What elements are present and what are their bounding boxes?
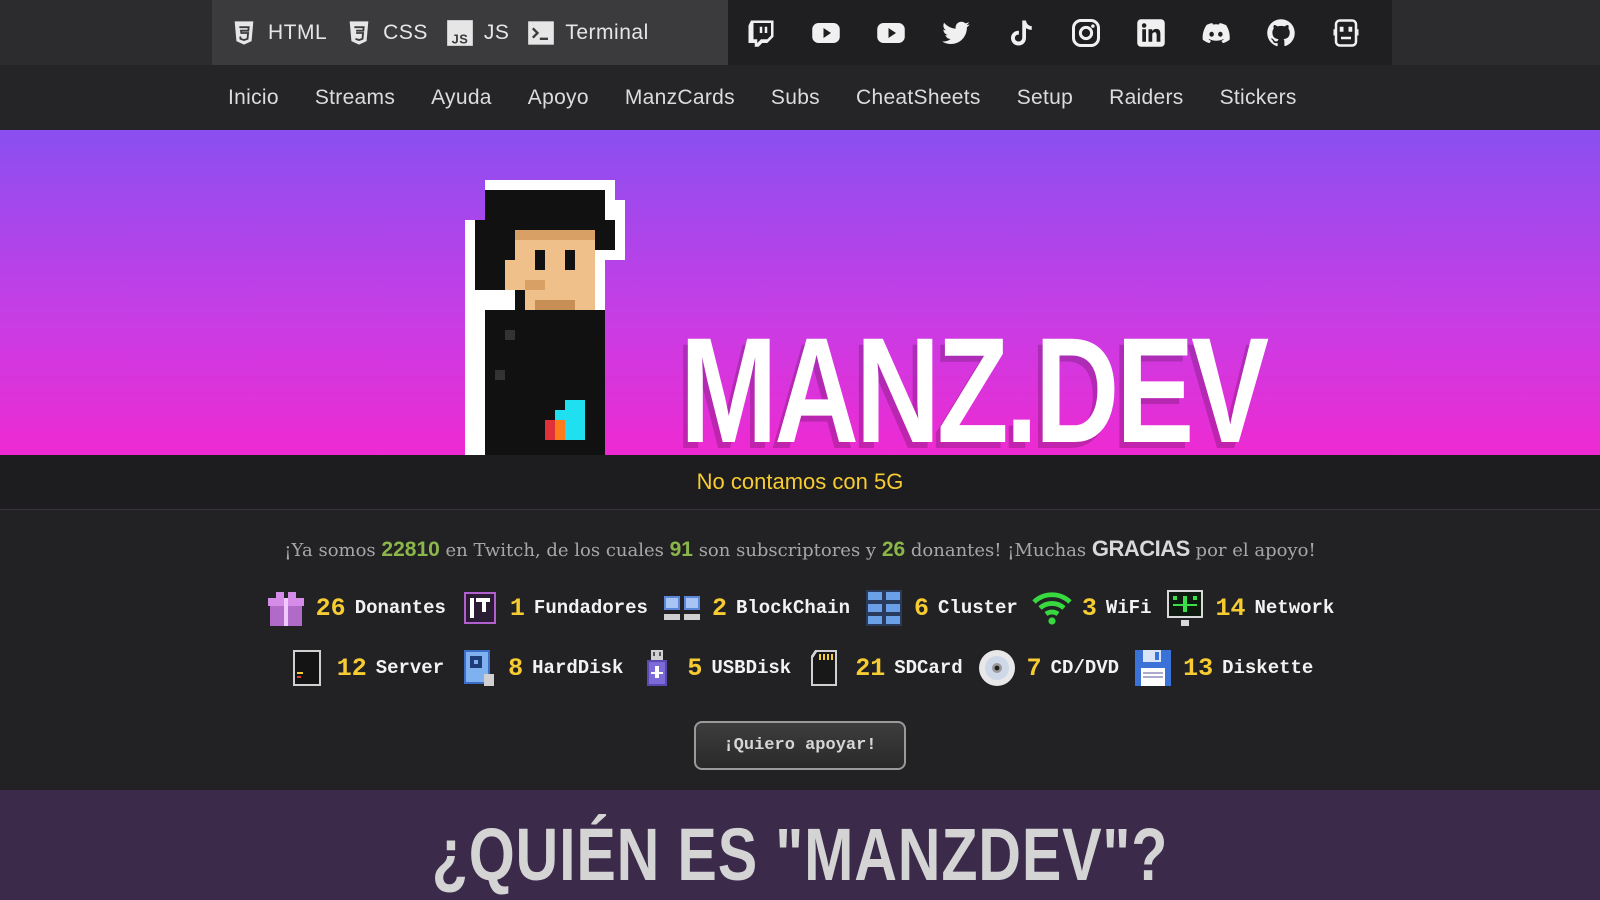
- gift-icon: [267, 592, 304, 626]
- tier-blockchain: 2 BlockChain: [662, 588, 850, 628]
- top-bar: HTML CSS JS JS Terminal: [0, 0, 1600, 65]
- tier-server: 12 Server: [287, 648, 444, 688]
- hero-banner: MANZ.DEV: [0, 130, 1600, 455]
- twitch-icon: [748, 20, 773, 47]
- supporters-summary: ¡Ya somos 22810 en Twitch, de los cuales…: [284, 536, 1316, 561]
- nav-item-stickers[interactable]: Stickers: [1220, 86, 1297, 110]
- github-link[interactable]: [1248, 0, 1313, 65]
- tier-wifi: 3 WiFi: [1032, 588, 1151, 628]
- css3-icon: [349, 20, 369, 45]
- first-badge-icon: [463, 592, 496, 624]
- tier-diskette: 13 Diskette: [1133, 648, 1313, 688]
- tier-sdcard: 21 SDCard: [805, 648, 963, 688]
- status-banner: No contamos con 5G: [0, 455, 1600, 510]
- cluster-icon: [866, 590, 902, 626]
- tier-cluster: 6 Cluster: [864, 588, 1018, 628]
- tier-cddvd: 7 CD/DVD: [977, 648, 1119, 688]
- main-nav: Inicio Streams Ayuda Apoyo ManzCards Sub…: [0, 65, 1600, 130]
- youtube-icon: [876, 22, 905, 43]
- tier-row-2: 12 Server 8 HardDisk 5 USBDisk 21 SDCard…: [0, 648, 1600, 688]
- github-icon: [1266, 18, 1295, 46]
- terminal-link[interactable]: Terminal: [527, 19, 648, 47]
- tiktok-icon: [1010, 20, 1032, 45]
- tier-network: 14 Network: [1165, 588, 1334, 628]
- cd-icon: [978, 650, 1015, 686]
- youtube-link-2[interactable]: [858, 0, 923, 65]
- nav-item-setup[interactable]: Setup: [1017, 86, 1073, 110]
- support-button[interactable]: ¡Quiero apoyar!: [694, 721, 906, 770]
- nav-item-subs[interactable]: Subs: [771, 86, 820, 110]
- html-link[interactable]: HTML: [230, 19, 327, 47]
- terminal-icon: [528, 20, 555, 45]
- tiktok-link[interactable]: [988, 0, 1053, 65]
- tier-row-1: 26 Donantes 1 Fundadores 2 BlockChain 6 …: [0, 588, 1600, 628]
- thanks-word: GRACIAS: [1091, 536, 1190, 561]
- donors-count: 26: [881, 538, 906, 561]
- nav-item-apoyo[interactable]: Apoyo: [528, 86, 589, 110]
- pixel-avatar: [465, 180, 625, 455]
- social-links: [728, 0, 1392, 65]
- brand-title: MANZ.DEV: [680, 306, 1269, 455]
- tier-fundadores: 1 Fundadores: [460, 588, 648, 628]
- youtube-link-1[interactable]: [793, 0, 858, 65]
- about-title: ¿QUIÉN ES "MANZDEV"?: [431, 813, 1169, 896]
- doc-links: HTML CSS JS JS Terminal: [212, 0, 728, 65]
- nav-item-inicio[interactable]: Inicio: [228, 86, 279, 110]
- tier-harddisk: 8 HardDisk: [458, 648, 623, 688]
- youtube-icon: [811, 22, 840, 43]
- discord-link[interactable]: [1183, 0, 1248, 65]
- blockchain-icon: [663, 596, 700, 620]
- tier-donantes: 26 Donantes: [266, 588, 446, 628]
- tier-usbdisk: 5 USBDisk: [637, 648, 791, 688]
- twitter-link[interactable]: [923, 0, 988, 65]
- manz-link[interactable]: [1313, 0, 1378, 65]
- linkedin-link[interactable]: [1118, 0, 1183, 65]
- status-text: No contamos con 5G: [696, 469, 904, 494]
- nav-item-ayuda[interactable]: Ayuda: [431, 86, 492, 110]
- nav-item-streams[interactable]: Streams: [315, 86, 395, 110]
- css-link[interactable]: CSS: [345, 19, 428, 47]
- instagram-icon: [1071, 18, 1100, 47]
- manz-icon: [1333, 18, 1358, 47]
- linkedin-icon: [1136, 18, 1165, 47]
- nav-item-raiders[interactable]: Raiders: [1109, 86, 1183, 110]
- html5-icon: [234, 20, 254, 45]
- usb-icon: [647, 650, 668, 686]
- sdcard-icon: [811, 650, 838, 686]
- network-icon: [1167, 590, 1204, 626]
- twitch-link[interactable]: [728, 0, 793, 65]
- svg-text:JS: JS: [451, 31, 468, 46]
- nav-item-cheatsheets[interactable]: CheatSheets: [856, 86, 981, 110]
- wifi-icon: [1032, 592, 1072, 625]
- twitter-icon: [941, 21, 970, 44]
- discord-icon: [1202, 22, 1230, 43]
- nav-item-manzcards[interactable]: ManzCards: [625, 86, 735, 110]
- about-section: ¿QUIÉN ES "MANZDEV"?: [0, 790, 1600, 900]
- harddisk-icon: [464, 650, 495, 686]
- js-icon: JS: [447, 19, 473, 46]
- instagram-link[interactable]: [1053, 0, 1118, 65]
- server-icon: [292, 650, 321, 686]
- diskette-icon: [1135, 650, 1172, 686]
- subs-count: 91: [669, 538, 693, 561]
- js-link[interactable]: JS JS: [446, 19, 510, 47]
- followers-count: 22810: [381, 538, 440, 561]
